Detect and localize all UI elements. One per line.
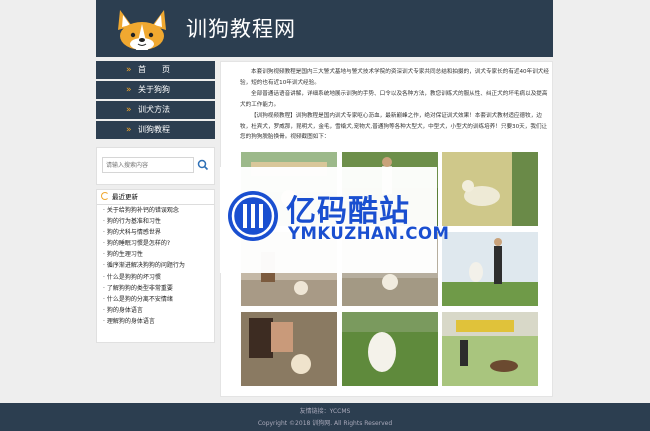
corgi-logo-icon[interactable]	[114, 6, 170, 50]
gallery-thumb-3[interactable]	[442, 152, 538, 226]
update-list-item[interactable]: · 狗的生理习性	[97, 249, 214, 260]
refresh-icon	[101, 192, 109, 200]
search-input[interactable]	[102, 157, 194, 173]
bullet-icon: ·	[103, 273, 105, 281]
site-footer: 友情链接：YCCMS Copyright ©2018 训狗网. All Righ…	[0, 403, 650, 431]
update-list-item-label: 循序渐进解决狗狗的问题行为	[106, 262, 185, 270]
bullet-icon: ·	[103, 251, 105, 259]
intro-paragraph: 本套训狗视频教程是国内三大警犬基地与警犬技术学院的资深训犬专家共同总结和拍摄的，…	[240, 69, 549, 86]
update-list-item[interactable]: · 狗的犬科与情感世界	[97, 227, 214, 238]
nav-item-about-dogs[interactable]: » 关于狗狗	[96, 81, 215, 99]
bullet-icon: ·	[103, 207, 105, 214]
double-chevron-icon: »	[126, 85, 132, 95]
bullet-icon: ·	[103, 240, 105, 248]
update-list-item-label: 什么是狗的分离不安情绪	[106, 295, 173, 303]
gallery-thumb-8[interactable]	[342, 312, 438, 386]
watermark-overlay: 亿码酷站 YMKUZHAN.COM	[220, 167, 449, 273]
search-icon[interactable]	[196, 157, 210, 173]
bullet-icon: ·	[103, 295, 105, 303]
update-list-item[interactable]: · 狗的身体语言	[97, 305, 214, 316]
watermark-en-text: YMKUZHAN.COM	[288, 224, 450, 243]
gallery-thumb-6[interactable]	[442, 232, 538, 306]
sidebar: » 首 页 » 关于狗狗 » 训犬方法 » 训狗教程 最近更新 ·关于给狗狗补钙…	[96, 61, 215, 343]
update-list-item[interactable]: · 什么是狗的分离不安情绪	[97, 294, 214, 305]
update-list-item[interactable]: · 关于给狗狗补钙的错误观念	[97, 205, 214, 216]
nav-item-label: 训狗教程	[138, 125, 170, 134]
double-chevron-icon: »	[126, 105, 132, 115]
ymkuzhan-logo-icon	[228, 191, 278, 241]
bullet-icon: ·	[103, 218, 105, 226]
update-list-item[interactable]: · 狗的睡眠习惯是怎样的?	[97, 238, 214, 249]
update-list-item-label: 狗的睡眠习惯是怎样的?	[106, 240, 171, 248]
update-list-item-label: 什么是狗狗的坏习惯	[106, 273, 161, 281]
bullet-icon: ·	[103, 262, 105, 270]
nav-item-label: 训犬方法	[138, 105, 170, 114]
update-list-item-label: 狗的生理习性	[106, 251, 143, 259]
nav-item-label: 首 页	[138, 65, 170, 74]
promo-paragraph: 【训狗视频教程】训狗教程是国内训犬专家呕心沥血，最新巅峰之作，绝对保证训犬效果！…	[240, 113, 548, 140]
update-list-item[interactable]: · 狗的行为基准和习性	[97, 216, 214, 227]
bullet-icon: ·	[103, 317, 105, 325]
double-chevron-icon: »	[126, 125, 132, 135]
update-list-item[interactable]: · 了解狗狗的类型非常重要	[97, 283, 214, 294]
site-title: 训狗教程网	[186, 17, 296, 41]
recent-updates-list: · 关于给狗狗补钙的错误观念 · 狗的行为基准和习性 · 狗的犬科与情感世界 · 狗的睡眠习惯…	[97, 205, 214, 327]
friend-links[interactable]: 友情链接：YCCMS	[0, 406, 650, 415]
recent-updates-panel: 最近更新 · 关于给狗狗补钙的错误观念 · 狗的行为基准和习性 · 狗的犬科与情感世界 · 狗…	[96, 189, 215, 343]
description-paragraph: 全部普通话语音讲解，详细系统地展示训狗的手势、口令以及各种方法，教您训练犬的服从…	[240, 91, 548, 108]
site-header: 训狗教程网	[96, 0, 553, 57]
gallery-thumb-9[interactable]	[442, 312, 538, 386]
double-chevron-icon: »	[126, 65, 132, 75]
nav-item-tutorials[interactable]: » 训狗教程	[96, 121, 215, 139]
bullet-icon: ·	[103, 229, 105, 237]
update-list-item-label: 理解狗的身体语言	[106, 317, 155, 325]
update-list-item[interactable]: · 循序渐进解决狗狗的问题行为	[97, 260, 214, 271]
nav-item-label: 关于狗狗	[138, 85, 170, 94]
bullet-icon: ·	[103, 284, 105, 292]
update-list-item[interactable]: · 理解狗的身体语言	[97, 316, 214, 327]
update-list-item-label: 狗的身体语言	[106, 306, 143, 314]
update-list-item-label: 狗的犬科与情感世界	[106, 229, 161, 237]
nav-item-home[interactable]: » 首 页	[96, 61, 215, 79]
nav-item-training-methods[interactable]: » 训犬方法	[96, 101, 215, 119]
bullet-icon: ·	[103, 306, 105, 314]
update-list-item[interactable]: · 什么是狗狗的坏习惯	[97, 272, 214, 283]
search-box	[96, 147, 215, 185]
update-list-item-label: 了解狗狗的类型非常重要	[106, 284, 173, 292]
update-list-item-label: 关于给狗狗补钙的错误观念	[106, 207, 179, 214]
copyright-text: Copyright ©2018 训狗网. All Rights Reserved	[257, 420, 393, 427]
update-list-item-label: 狗的行为基准和习性	[106, 218, 161, 226]
gallery-thumb-7[interactable]	[241, 312, 337, 386]
recent-updates-heading: 最近更新	[97, 190, 214, 205]
